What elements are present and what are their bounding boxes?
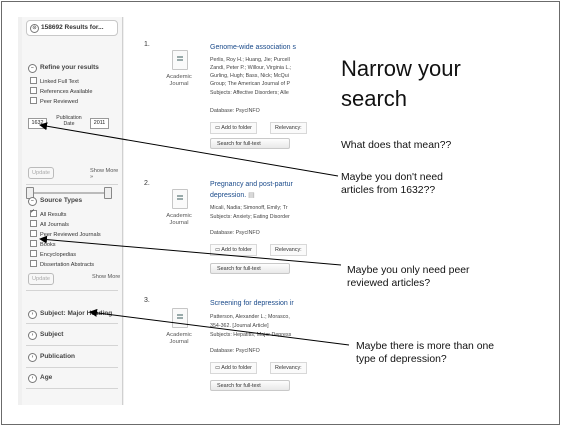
- callout-arrows: [39, 122, 350, 346]
- arrow-to-date-field: [39, 122, 339, 177]
- arrow-to-peer-reviewed: [39, 235, 342, 266]
- arrow-to-subject-heading: [89, 308, 350, 346]
